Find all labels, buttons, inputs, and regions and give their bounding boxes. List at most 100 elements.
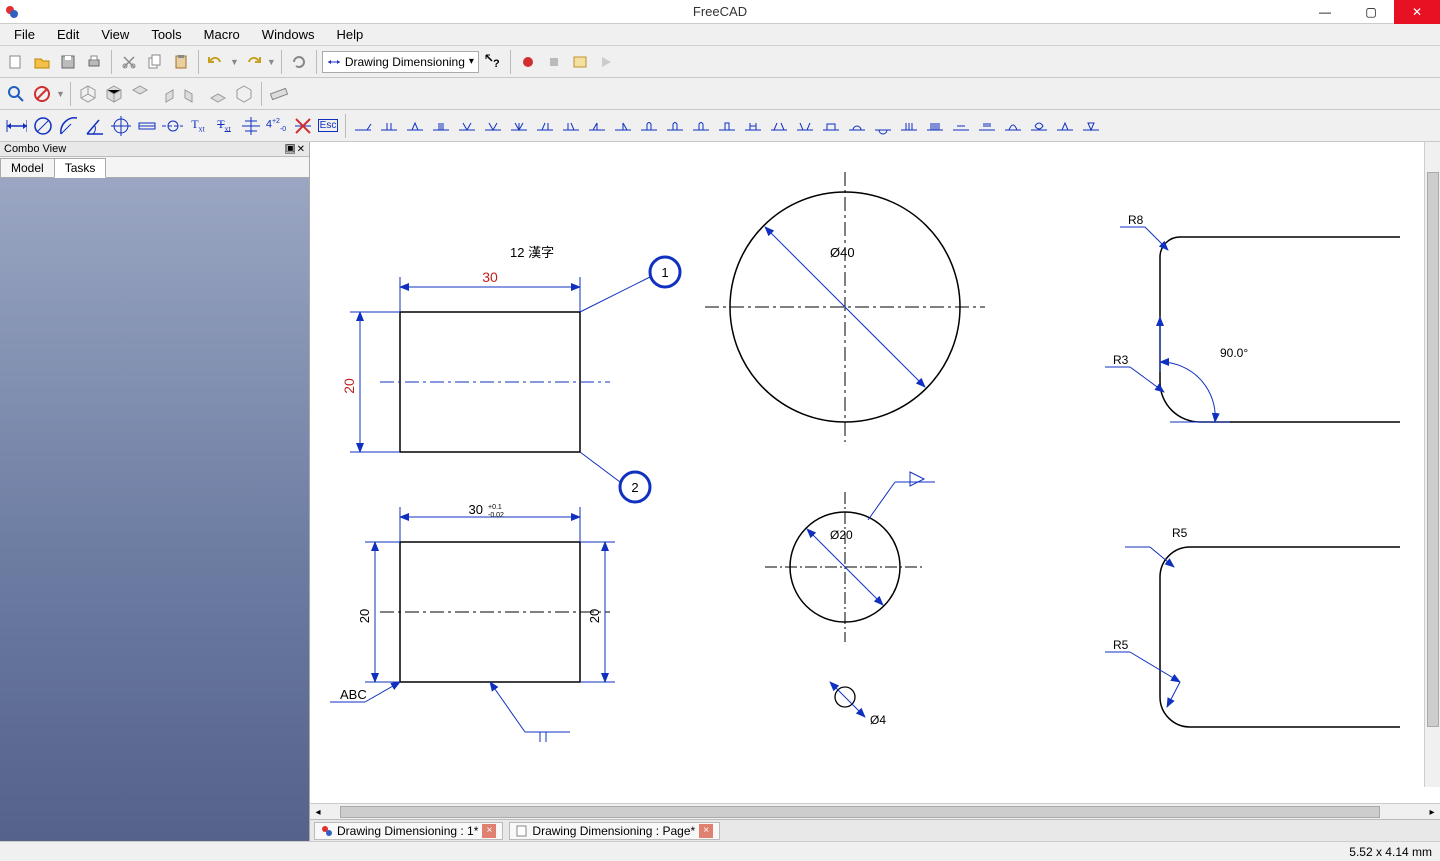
- weld-icon-25[interactable]: [975, 114, 999, 138]
- weld-icon-4[interactable]: [429, 114, 453, 138]
- tab-tasks[interactable]: Tasks: [54, 158, 107, 178]
- scroll-left-icon[interactable]: ◂: [310, 804, 326, 820]
- dropdown-arrow-icon[interactable]: ▼: [56, 89, 65, 99]
- combo-view: Combo View ▣ ✕ Model Tasks: [0, 142, 310, 841]
- half-dim-icon[interactable]: [134, 114, 158, 138]
- weld-icon-10[interactable]: [585, 114, 609, 138]
- top-view-icon[interactable]: [128, 82, 152, 106]
- escape-icon[interactable]: Esc: [316, 114, 340, 138]
- menu-help[interactable]: Help: [327, 25, 374, 44]
- new-icon[interactable]: [4, 50, 28, 74]
- fit-all-icon[interactable]: [4, 82, 28, 106]
- weld-icon-22[interactable]: [897, 114, 921, 138]
- dropdown-arrow-icon[interactable]: ▼: [267, 57, 276, 67]
- weld-icon-24[interactable]: [949, 114, 973, 138]
- weld-icon-27[interactable]: [1027, 114, 1051, 138]
- stop-macro-icon[interactable]: [542, 50, 566, 74]
- cut-icon[interactable]: [117, 50, 141, 74]
- front-view-icon[interactable]: [102, 82, 126, 106]
- menu-edit[interactable]: Edit: [47, 25, 89, 44]
- open-icon[interactable]: [30, 50, 54, 74]
- weld-icon-11[interactable]: [611, 114, 635, 138]
- weld-icon-28[interactable]: [1053, 114, 1077, 138]
- scroll-right-icon[interactable]: ▸: [1424, 804, 1440, 820]
- weld-icon-5[interactable]: [455, 114, 479, 138]
- measure-icon[interactable]: [267, 82, 291, 106]
- center-mark-icon[interactable]: [108, 114, 132, 138]
- weld-icon-3[interactable]: [403, 114, 427, 138]
- angle-dim-icon[interactable]: [82, 114, 106, 138]
- run-macro-icon[interactable]: [594, 50, 618, 74]
- dim-30tol-upper: +0.1: [488, 504, 502, 511]
- scroll-thumb[interactable]: [1427, 172, 1439, 727]
- menu-macro[interactable]: Macro: [194, 25, 250, 44]
- minimize-button[interactable]: —: [1302, 0, 1348, 24]
- note-12: 12 漢字: [510, 245, 554, 260]
- copy-icon[interactable]: [143, 50, 167, 74]
- draw-style-icon[interactable]: [30, 82, 54, 106]
- iso-view-icon[interactable]: [76, 82, 100, 106]
- weld-icon-26[interactable]: [1001, 114, 1025, 138]
- linear-dim-icon[interactable]: [4, 114, 28, 138]
- weld-icon-17[interactable]: [767, 114, 791, 138]
- refresh-icon[interactable]: [287, 50, 311, 74]
- weld-icon-7[interactable]: [507, 114, 531, 138]
- weld-icon-20[interactable]: [845, 114, 869, 138]
- tab-model[interactable]: Model: [0, 158, 55, 178]
- left-view-icon[interactable]: [232, 82, 256, 106]
- doc-tab-1[interactable]: Drawing Dimensioning : 1* ×: [314, 822, 503, 840]
- workbench-selector[interactable]: Drawing Dimensioning ▾: [322, 51, 479, 73]
- menu-tools[interactable]: Tools: [141, 25, 191, 44]
- maximize-button[interactable]: ▢: [1348, 0, 1394, 24]
- tolerance-icon[interactable]: [238, 114, 262, 138]
- text-add-icon[interactable]: Txt: [212, 114, 236, 138]
- undo-icon[interactable]: [204, 50, 228, 74]
- paste-icon[interactable]: [169, 50, 193, 74]
- weld-icon-14[interactable]: [689, 114, 713, 138]
- panel-float-icon[interactable]: ▣: [285, 144, 295, 154]
- bottom-view-icon[interactable]: [206, 82, 230, 106]
- panel-close-icon[interactable]: ✕: [297, 144, 305, 155]
- weld-icon-2[interactable]: [377, 114, 401, 138]
- weld-icon-29[interactable]: [1079, 114, 1103, 138]
- close-button[interactable]: ✕: [1394, 0, 1440, 24]
- weld-icon-15[interactable]: [715, 114, 739, 138]
- weld-icon-16[interactable]: [741, 114, 765, 138]
- delete-dim-icon[interactable]: [290, 114, 314, 138]
- menu-file[interactable]: File: [4, 25, 45, 44]
- scroll-thumb[interactable]: [340, 806, 1380, 818]
- whats-this-icon[interactable]: ?: [481, 50, 505, 74]
- tolerance-text-icon[interactable]: 4+2-0: [264, 114, 288, 138]
- menu-view[interactable]: View: [91, 25, 139, 44]
- vertical-scrollbar[interactable]: [1424, 142, 1440, 787]
- print-icon[interactable]: [82, 50, 106, 74]
- macros-icon[interactable]: [568, 50, 592, 74]
- tab-close-icon[interactable]: ×: [699, 824, 713, 838]
- redo-icon[interactable]: [241, 50, 265, 74]
- circle-dim-icon[interactable]: [30, 114, 54, 138]
- note-text-icon[interactable]: Txt: [186, 114, 210, 138]
- weld-icon-19[interactable]: [819, 114, 843, 138]
- save-icon[interactable]: [56, 50, 80, 74]
- doc-tab-2[interactable]: Drawing Dimensioning : Page* ×: [509, 822, 720, 840]
- rear-view-icon[interactable]: [180, 82, 204, 106]
- weld-icon-8[interactable]: [533, 114, 557, 138]
- menu-windows[interactable]: Windows: [252, 25, 325, 44]
- weld-icon-6[interactable]: [481, 114, 505, 138]
- weld-icon-9[interactable]: [559, 114, 583, 138]
- weld-icon-21[interactable]: [871, 114, 895, 138]
- weld-icon-1[interactable]: [351, 114, 375, 138]
- radius-dim-icon[interactable]: [56, 114, 80, 138]
- right-view-icon[interactable]: [154, 82, 178, 106]
- record-macro-icon[interactable]: [516, 50, 540, 74]
- dropdown-arrow-icon[interactable]: ▼: [230, 57, 239, 67]
- horizontal-scrollbar[interactable]: ◂ ▸: [310, 803, 1440, 819]
- weld-icon-12[interactable]: [637, 114, 661, 138]
- weld-icon-23[interactable]: [923, 114, 947, 138]
- tab-close-icon[interactable]: ×: [482, 824, 496, 838]
- center-line-icon[interactable]: [160, 114, 184, 138]
- balloon-1: 1: [661, 265, 668, 280]
- weld-icon-18[interactable]: [793, 114, 817, 138]
- drawing-canvas[interactable]: 30 20 12 漢字 1 2: [310, 142, 1440, 803]
- weld-icon-13[interactable]: [663, 114, 687, 138]
